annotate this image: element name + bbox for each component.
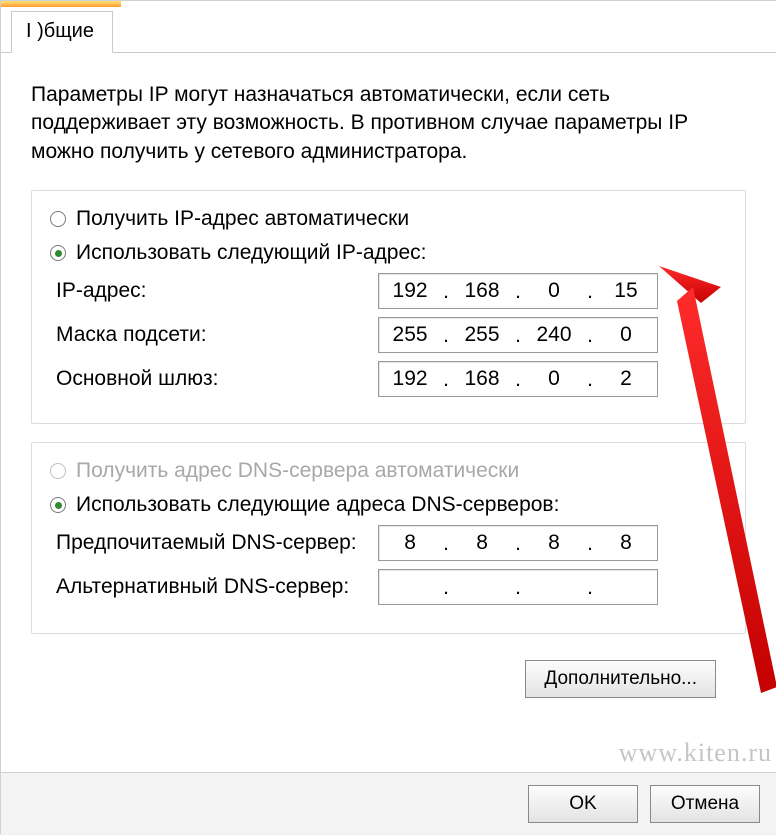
radio-icon — [50, 463, 66, 479]
ip-oct-4[interactable] — [595, 274, 657, 308]
watermark-text: www.kiten.ru — [619, 738, 772, 768]
advanced-row: Дополнительно... — [31, 652, 746, 698]
alt-dns-input[interactable]: . . . — [378, 569, 658, 605]
mask-oct-1[interactable] — [379, 318, 441, 352]
mask-oct-3[interactable] — [523, 318, 585, 352]
gw-oct-1[interactable] — [379, 362, 441, 396]
dialog-buttons: OK Отмена — [1, 772, 776, 834]
radio-icon — [50, 245, 66, 261]
row-alt-dns: Альтернативный DNS-сервер: . . . — [50, 569, 727, 605]
radio-icon — [50, 497, 66, 513]
dns-group: Получить адрес DNS-сервера автоматически… — [31, 442, 746, 634]
row-gateway: Основной шлюз: . . . — [50, 361, 727, 397]
radio-dns-manual[interactable]: Использовать следующие адреса DNS-сервер… — [50, 493, 727, 517]
gateway-label: Основной шлюз: — [50, 367, 378, 391]
radio-ip-manual-label: Использовать следующий IP-адрес: — [76, 241, 427, 265]
alt-dns-oct-1[interactable] — [379, 570, 441, 604]
cancel-button[interactable]: Отмена — [650, 785, 760, 823]
row-subnet-mask: Маска подсети: . . . — [50, 317, 727, 353]
tab-general[interactable]: I )бщие — [11, 11, 113, 53]
pref-dns-oct-4[interactable] — [595, 526, 657, 560]
pref-dns-label: Предпочитаемый DNS-сервер: — [50, 531, 378, 555]
accent-bar — [1, 1, 121, 7]
ok-button[interactable]: OK — [528, 785, 638, 823]
ip-address-label: IP-адрес: — [50, 279, 378, 303]
alt-dns-oct-2[interactable] — [451, 570, 513, 604]
tab-strip: I )бщие — [1, 7, 776, 53]
radio-dns-auto-label: Получить адрес DNS-сервера автоматически — [76, 459, 519, 483]
subnet-mask-label: Маска подсети: — [50, 323, 378, 347]
radio-icon — [50, 211, 66, 227]
pref-dns-input[interactable]: . . . — [378, 525, 658, 561]
subnet-mask-input[interactable]: . . . — [378, 317, 658, 353]
properties-dialog: I )бщие Параметры IP могут назначаться а… — [0, 0, 776, 834]
pref-dns-oct-3[interactable] — [523, 526, 585, 560]
radio-ip-auto[interactable]: Получить IP-адрес автоматически — [50, 207, 727, 231]
mask-oct-4[interactable] — [595, 318, 657, 352]
pref-dns-oct-2[interactable] — [451, 526, 513, 560]
gw-oct-3[interactable] — [523, 362, 585, 396]
radio-dns-manual-label: Использовать следующие адреса DNS-сервер… — [76, 493, 559, 517]
gw-oct-2[interactable] — [451, 362, 513, 396]
ip-oct-1[interactable] — [379, 274, 441, 308]
radio-ip-manual[interactable]: Использовать следующий IP-адрес: — [50, 241, 727, 265]
row-pref-dns: Предпочитаемый DNS-сервер: . . . — [50, 525, 727, 561]
ip-group: Получить IP-адрес автоматически Использо… — [31, 190, 746, 424]
alt-dns-oct-4[interactable] — [595, 570, 657, 604]
gateway-input[interactable]: . . . — [378, 361, 658, 397]
alt-dns-label: Альтернативный DNS-сервер: — [50, 575, 378, 599]
tab-content: Параметры IP могут назначаться автоматич… — [1, 53, 776, 708]
ip-oct-3[interactable] — [523, 274, 585, 308]
alt-dns-oct-3[interactable] — [523, 570, 585, 604]
radio-dns-auto: Получить адрес DNS-сервера автоматически — [50, 459, 727, 483]
ip-oct-2[interactable] — [451, 274, 513, 308]
description-text: Параметры IP могут назначаться автоматич… — [31, 81, 746, 166]
pref-dns-oct-1[interactable] — [379, 526, 441, 560]
radio-ip-auto-label: Получить IP-адрес автоматически — [76, 207, 409, 231]
advanced-button[interactable]: Дополнительно... — [525, 660, 716, 698]
row-ip-address: IP-адрес: . . . — [50, 273, 727, 309]
mask-oct-2[interactable] — [451, 318, 513, 352]
ip-address-input[interactable]: . . . — [378, 273, 658, 309]
gw-oct-4[interactable] — [595, 362, 657, 396]
